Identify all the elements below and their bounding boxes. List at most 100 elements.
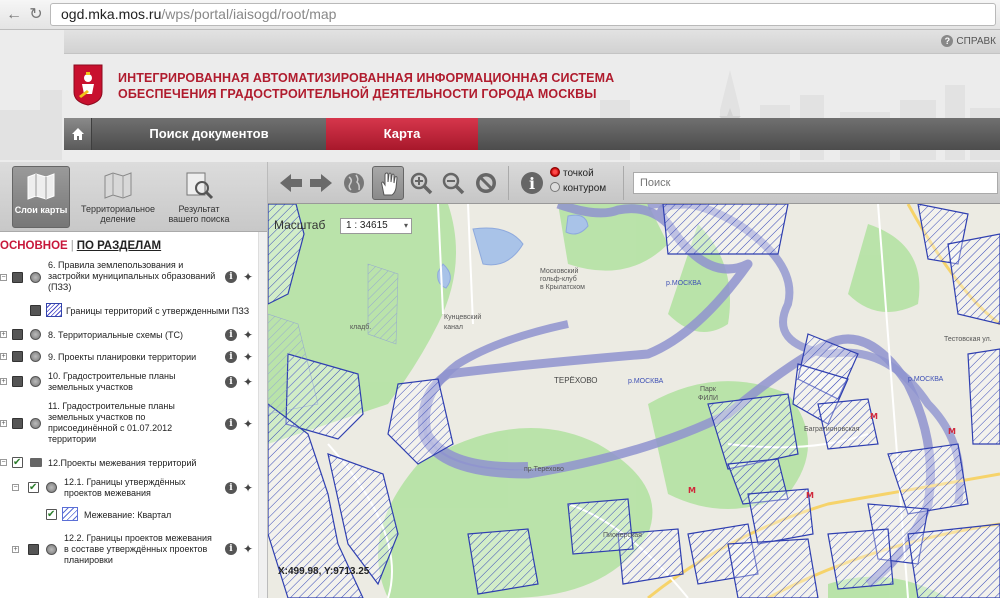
map-search-input[interactable] <box>633 172 998 194</box>
map-layers-icon <box>27 173 55 200</box>
layer-label: 8. Территориальные схемы (ТС) <box>48 330 184 340</box>
tab-document-search[interactable]: Поиск документов <box>92 118 326 150</box>
zoom-out-icon[interactable] <box>440 170 466 196</box>
territorial-division-button[interactable]: Территориальное деление <box>78 166 158 228</box>
map-layers-label: Слои карты <box>14 205 68 215</box>
layer-label: 6. Правила землепользования и <box>48 260 184 270</box>
expand-icon[interactable]: + <box>0 331 7 338</box>
back-icon[interactable]: ← <box>4 5 24 25</box>
layer-checkbox[interactable] <box>30 305 41 316</box>
tool-icon[interactable]: ✦ <box>240 328 256 342</box>
tool-icon[interactable]: ✦ <box>240 542 256 556</box>
url-domain: ogd.mka.mos.ru <box>61 6 162 22</box>
layer-checkbox[interactable] <box>28 544 39 555</box>
tool-icon[interactable]: ✦ <box>240 375 256 389</box>
layer-checkbox-checked[interactable] <box>12 457 23 468</box>
moscow-coat-of-arms-logo <box>73 64 103 106</box>
layer-label: 12.2. Границы проектов межевания <box>64 533 212 543</box>
layer-checkbox[interactable] <box>12 272 23 283</box>
pan-left-arrow-icon[interactable] <box>278 170 304 196</box>
help-link[interactable]: ? СПРАВК <box>941 35 996 47</box>
expand-icon[interactable]: + <box>12 546 19 553</box>
tool-icon[interactable]: ✦ <box>240 270 256 284</box>
expand-icon[interactable]: + <box>0 353 7 360</box>
info-icon[interactable]: i <box>225 329 237 341</box>
search-result-button[interactable]: Результат вашего поиска <box>164 166 234 228</box>
expand-icon[interactable]: + <box>0 378 7 385</box>
info-icon[interactable]: i <box>225 376 237 388</box>
full-extent-globe-icon[interactable] <box>341 170 367 196</box>
main-navigation: Поиск документов Карта <box>64 118 1000 150</box>
layer-label: территории <box>48 434 97 444</box>
layer-item-planning: + 9. Проекты планировки территории i ✦ <box>0 348 267 366</box>
collapse-icon[interactable]: − <box>12 484 19 491</box>
home-icon <box>72 127 84 140</box>
info-icon[interactable]: i <box>225 418 237 430</box>
pan-tool-button[interactable] <box>372 166 404 200</box>
layer-label: присоединённой с 01.07.2012 <box>48 423 173 433</box>
tool-icon[interactable]: ✦ <box>240 350 256 364</box>
radio-contour[interactable]: контуром <box>550 181 606 196</box>
pan-right-arrow-icon[interactable] <box>308 170 334 196</box>
globe-icon <box>30 272 41 283</box>
layer-checkbox[interactable] <box>12 329 23 340</box>
url-path: /wps/portal/iaisogd/root/map <box>161 6 337 22</box>
layer-label: Границы территорий с утвержденными ПЗЗ <box>66 306 250 316</box>
result-label-1: Результат <box>178 204 220 214</box>
legend-swatch-icon <box>62 507 78 521</box>
layer-label: (ПЗЗ) <box>48 282 72 292</box>
svg-text:M: M <box>688 486 696 495</box>
help-icon: ? <box>941 35 954 47</box>
map-label-terekhovo: ТЕРЁХОВО <box>554 376 598 385</box>
identify-info-icon[interactable]: i <box>519 170 545 196</box>
scale-select[interactable]: 1 : 34615 ▾ <box>340 218 412 234</box>
layer-tree: − 6. Правила землепользования и застройк… <box>0 260 267 590</box>
scale-value: 1 : 34615 <box>346 220 388 231</box>
zoom-in-icon[interactable] <box>408 170 434 196</box>
info-icon[interactable]: i <box>225 482 237 494</box>
radio-point[interactable]: точкой <box>550 166 606 181</box>
map-label-pionerskaya: Пионерская <box>603 532 642 539</box>
map-toolbar: i точкой контуром <box>268 162 1000 204</box>
clear-selection-icon[interactable] <box>473 170 499 196</box>
collapse-icon[interactable]: − <box>0 274 7 281</box>
tab-map[interactable]: Карта <box>326 118 478 150</box>
layer-checkbox[interactable] <box>12 351 23 362</box>
home-button[interactable] <box>64 118 92 150</box>
address-bar[interactable]: ogd.mka.mos.ru/wps/portal/iaisogd/root/m… <box>50 3 996 26</box>
portal-header: ? СПРАВК ИНТЕГРИРОВАННАЯ АВТОМАТИЗИРОВАНН… <box>0 30 1000 162</box>
layer-checkbox[interactable] <box>12 376 23 387</box>
browser-toolbar: ← ↻ ogd.mka.mos.ru/wps/portal/iaisogd/ro… <box>0 0 1000 30</box>
layer-label: проектов межевания <box>64 488 151 498</box>
layer-item-mezhevanie: − 12.Проекты межевания территорий <box>0 454 267 472</box>
radio-point-label: точкой <box>563 168 594 179</box>
result-label-2: вашего поиска <box>168 214 230 224</box>
panel-scrollbar[interactable] <box>258 232 267 598</box>
layers-panel: Слои карты Территориальное деление Резул… <box>0 162 268 598</box>
layer-label: 12.1. Границы утверждённых <box>64 477 186 487</box>
radio-selected-icon <box>550 167 560 177</box>
mode-separator: | <box>70 240 74 252</box>
globe-icon <box>30 376 41 387</box>
territorial-label-1: Территориальное <box>80 204 156 214</box>
reload-icon[interactable]: ↻ <box>26 5 46 25</box>
map-canvas[interactable]: M M M M ТЕРЁХОВО Парк ФИЛИ р.МОСКВА р.МОСК… <box>268 204 1000 598</box>
expand-icon[interactable]: + <box>0 420 7 427</box>
tool-icon[interactable]: ✦ <box>240 481 256 495</box>
map-layers-button[interactable]: Слои карты <box>12 166 70 228</box>
info-icon[interactable]: i <box>225 271 237 283</box>
collapse-icon[interactable]: − <box>0 459 7 466</box>
info-icon[interactable]: i <box>225 543 237 555</box>
tool-icon[interactable]: ✦ <box>240 417 256 431</box>
layer-checkbox-checked[interactable] <box>46 509 57 520</box>
map-label-golf-2: гольф-клуб <box>540 276 577 283</box>
mode-main-link[interactable]: ОСНОВНОЕ <box>0 240 68 252</box>
layer-label: застройки муниципальных образований <box>48 271 216 281</box>
layer-checkbox[interactable] <box>12 418 23 429</box>
system-title-line-1: ИНТЕГРИРОВАННАЯ АВТОМАТИЗИРОВАННАЯ ИНФОР… <box>118 71 615 85</box>
mode-sections-link[interactable]: ПО РАЗДЕЛАМ <box>77 240 161 252</box>
map-label-moskva-1: р.МОСКВА <box>666 280 702 287</box>
folder-icon <box>30 458 42 467</box>
info-icon[interactable]: i <box>225 351 237 363</box>
layer-checkbox-checked[interactable] <box>28 482 39 493</box>
